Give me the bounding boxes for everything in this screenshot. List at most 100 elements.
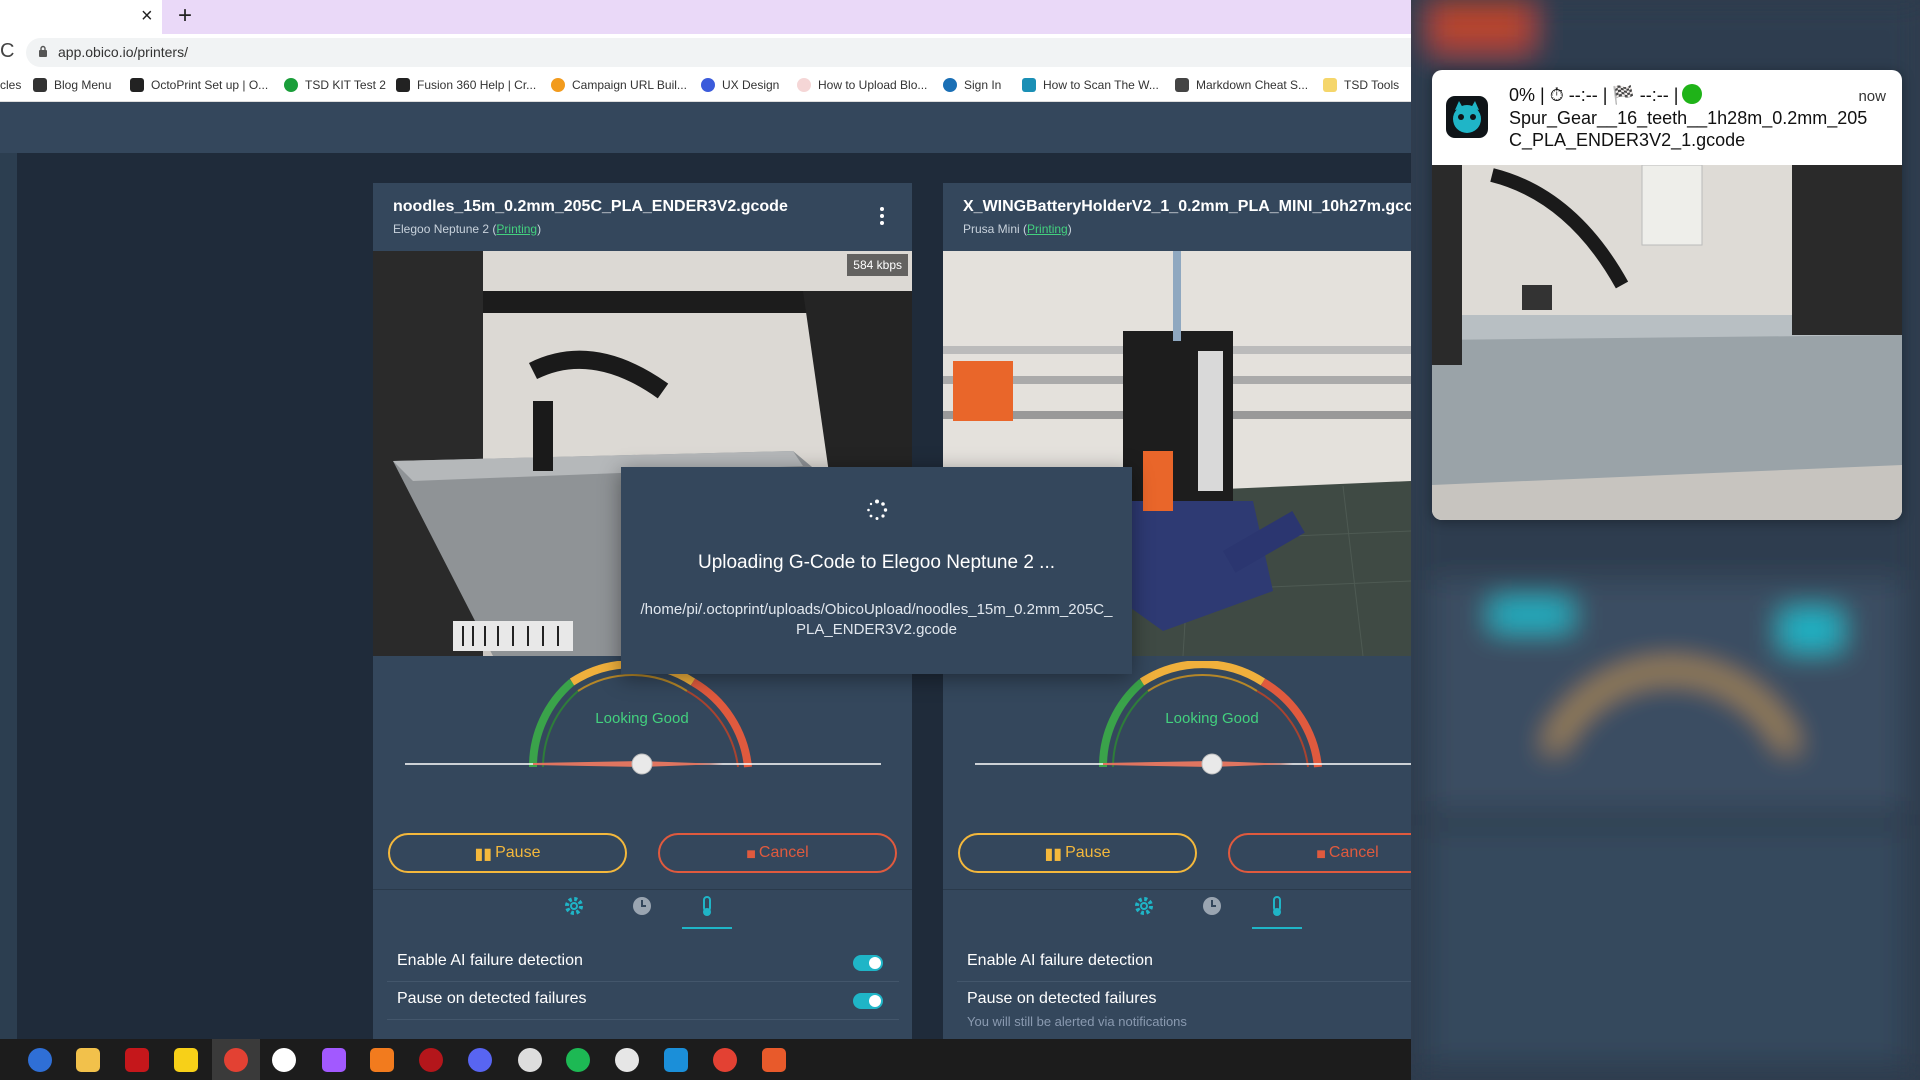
chrome-icon[interactable] (224, 1048, 248, 1072)
active-tab-indicator (682, 927, 732, 929)
printer-subtitle: Elegoo Neptune 2 (Printing) (393, 222, 542, 236)
active-tab-indicator (1252, 927, 1302, 929)
setting-label: Pause on detected failures (967, 990, 1157, 1007)
bookmark-item[interactable]: cles (0, 78, 21, 92)
figma-icon[interactable] (322, 1048, 346, 1072)
pause-on-failure-toggle[interactable] (853, 993, 883, 1009)
cura-icon[interactable] (664, 1048, 688, 1072)
card-tabs (943, 895, 1411, 945)
bookmark-label: UX Design (722, 78, 780, 92)
browser-nav-bar: C app.obico.io/printers/ (0, 34, 1411, 71)
bookmark-label: TSD Tools (1344, 78, 1400, 92)
cancel-button[interactable]: ■ Cancel (1228, 833, 1411, 873)
bookmark-item[interactable]: UX Design (701, 78, 779, 92)
obico-icon[interactable] (272, 1048, 296, 1072)
print-notification[interactable]: 0% | ⏱ --:-- | 🏁 --:-- | now Spur_Gear__… (1432, 70, 1902, 520)
gear-icon[interactable] (563, 895, 585, 917)
obico-app-icon (1446, 96, 1488, 138)
spotify-icon[interactable] (566, 1048, 590, 1072)
thermometer-icon[interactable] (696, 895, 718, 917)
printer-name: Prusa Mini (963, 222, 1020, 236)
acrobat-icon[interactable] (125, 1048, 149, 1072)
bookmark-label: Markdown Cheat S... (1196, 78, 1309, 92)
notification-filename: Spur_Gear__16_teeth__1h28m_0.2mm_205C_PL… (1509, 108, 1868, 150)
pause-icon: ▮▮ (474, 846, 493, 863)
notification-time: now (1858, 88, 1886, 105)
clock-icon[interactable] (1201, 895, 1223, 917)
more-options-icon[interactable] (879, 207, 885, 225)
cancel-label: Cancel (758, 844, 809, 861)
address-bar[interactable]: app.obico.io/printers/ (26, 38, 1411, 67)
reload-icon[interactable]: C (0, 40, 14, 63)
upload-progress-dialog: Uploading G-Code to Elegoo Neptune 2 ...… (621, 467, 1132, 674)
bookmark-item[interactable]: How to Upload Blo... (797, 78, 927, 92)
bookmark-item[interactable]: Blog Menu (33, 78, 111, 92)
bookmark-item[interactable]: TSD Tools (1323, 78, 1399, 92)
file-explorer-icon[interactable] (76, 1048, 100, 1072)
bookmarks-bar: cles Blog Menu OctoPrint Set up | O... T… (0, 71, 1411, 102)
bookmark-label: TSD KIT Test 2 (305, 78, 386, 92)
info-app-icon[interactable] (419, 1048, 443, 1072)
cancel-button[interactable]: ■ Cancel (658, 833, 897, 873)
bookmark-item[interactable]: OctoPrint Set up | O... (130, 78, 268, 92)
setting-hint: You will still be alerted via notificati… (967, 1014, 1187, 1029)
bookmark-label: Blog Menu (54, 78, 112, 92)
upload-blog-icon (797, 78, 811, 92)
bookmark-item[interactable]: Fusion 360 Help | Cr... (396, 78, 536, 92)
creality-icon[interactable] (762, 1048, 786, 1072)
notification-progress: 0% | ⏱ --:-- | 🏁 --:-- | (1509, 84, 1703, 106)
campaign-icon (551, 78, 565, 92)
pause-button[interactable]: ▮▮ Pause (958, 833, 1197, 873)
slack-icon[interactable] (615, 1048, 639, 1072)
row-divider (387, 981, 899, 982)
bookmark-item[interactable]: TSD KIT Test 2 (284, 78, 386, 92)
start-icon[interactable] (28, 1048, 52, 1072)
chrome-profile-icon[interactable] (713, 1048, 737, 1072)
sidebar (0, 153, 17, 1039)
clock-icon[interactable] (631, 895, 653, 917)
folder-icon (1323, 78, 1337, 92)
browser-tab[interactable]: × (0, 0, 162, 34)
scan-icon (1022, 78, 1036, 92)
card-tabs (373, 895, 912, 945)
bookmark-label: How to Upload Blo... (818, 78, 928, 92)
thermometer-icon[interactable] (1266, 895, 1288, 917)
gcode-filename: X_WINGBatteryHolderV2_1_0.2mm_PLA_MINI_1… (963, 198, 1411, 215)
discord-icon[interactable] (468, 1048, 492, 1072)
bookmark-item[interactable]: How to Scan The W... (1022, 78, 1159, 92)
stream-bitrate-badge: 584 kbps (847, 254, 908, 276)
printer-status-link[interactable]: Printing (1027, 222, 1068, 236)
printer-subtitle: Prusa Mini (Printing) (963, 222, 1072, 236)
bookmark-item[interactable]: Sign In (943, 78, 1001, 92)
gear-icon[interactable] (1133, 895, 1155, 917)
windows-taskbar (0, 1039, 1411, 1080)
url-text: app.obico.io/printers/ (58, 44, 188, 60)
settings-gear-icon[interactable] (518, 1048, 542, 1072)
ai-detection-toggle[interactable] (853, 955, 883, 971)
tab-close-icon[interactable]: × (141, 5, 153, 28)
fusion-360-icon[interactable] (370, 1048, 394, 1072)
bookmark-label: How to Scan The W... (1043, 78, 1159, 92)
bookmark-item[interactable]: Markdown Cheat S... (1175, 78, 1308, 92)
lock-icon (39, 45, 47, 57)
tab-divider (943, 889, 1411, 890)
fusion-icon (396, 78, 410, 92)
notification-snapshot (1432, 165, 1902, 520)
upload-file-path: /home/pi/.octoprint/uploads/ObicoUpload/… (640, 601, 1113, 638)
tsd-kit-icon (284, 78, 298, 92)
octoprint-icon (130, 78, 144, 92)
row-divider (957, 981, 1411, 982)
gauge-needle-knob (1201, 753, 1223, 775)
printer-status-link[interactable]: Printing (496, 222, 537, 236)
gauge-needle-knob (631, 753, 653, 775)
pause-label: Pause (1065, 844, 1111, 861)
blog-menu-icon (33, 78, 47, 92)
pause-button[interactable]: ▮▮ Pause (388, 833, 627, 873)
new-tab-icon[interactable]: + (178, 2, 192, 30)
printer-name: Elegoo Neptune 2 (393, 222, 490, 236)
setting-label: Enable AI failure detection (397, 952, 583, 969)
sticky-notes-icon[interactable] (174, 1048, 198, 1072)
bookmark-item[interactable]: Campaign URL Buil... (551, 78, 687, 92)
loading-spinner-icon (867, 499, 888, 520)
setting-label: Enable AI failure detection (967, 952, 1153, 969)
